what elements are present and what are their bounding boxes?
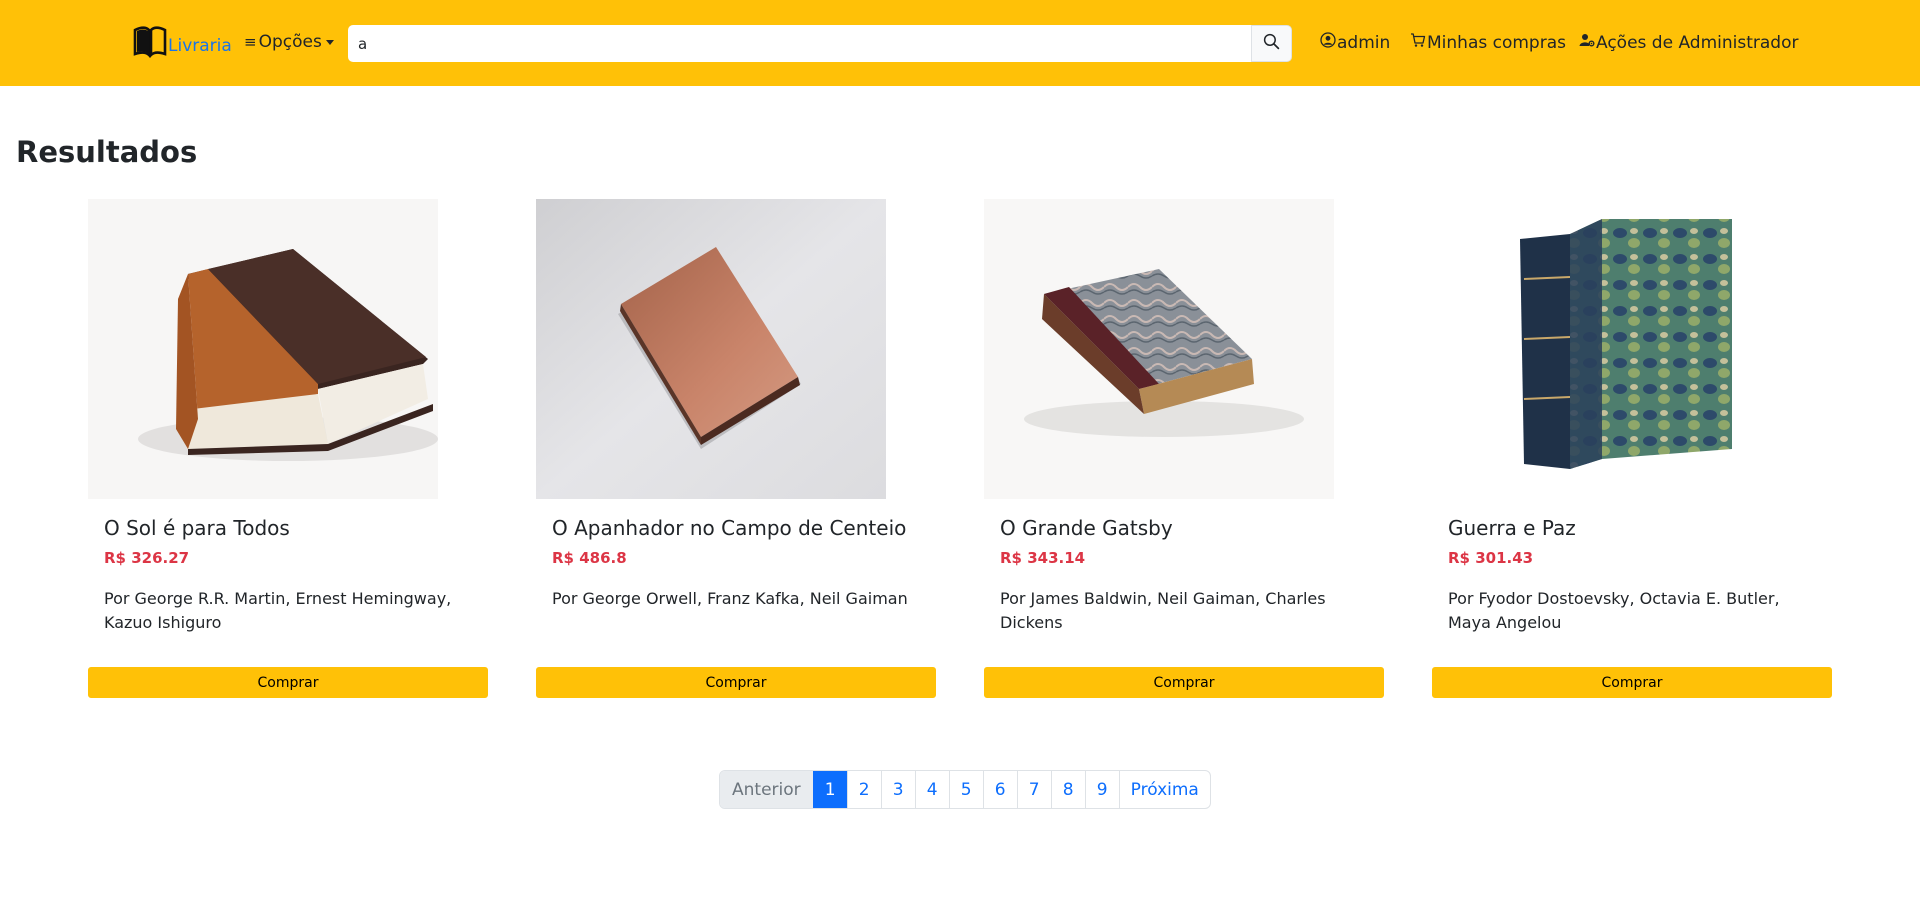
pagination: Anterior 1 2 3 4 5 6 7 8 9 Próxima [719, 770, 1211, 809]
results-heading: Resultados [16, 135, 198, 169]
book-authors: Por George Orwell, Franz Kafka, Neil Gai… [552, 589, 908, 608]
book-cover-image[interactable] [88, 199, 438, 499]
cart-icon [1410, 32, 1427, 53]
book-price: R$ 343.14 [1000, 549, 1086, 567]
top-navbar: Livraria ≡ Opções admin Minhas compras A… [0, 0, 1920, 86]
buy-button[interactable]: Comprar [1432, 667, 1832, 698]
page-link[interactable]: 6 [982, 771, 1017, 808]
brand-link[interactable]: Livraria [133, 26, 232, 58]
caret-down-icon [325, 39, 334, 45]
book-card: O Apanhador no Campo de Centeio R$ 486.8… [536, 199, 936, 699]
search-input[interactable] [348, 25, 1251, 62]
book-authors: Por George R.R. Martin, Ernest Hemingway… [104, 589, 452, 632]
page-link[interactable]: 5 [948, 771, 983, 808]
nav-user-admin[interactable]: admin [1320, 32, 1390, 53]
page-link[interactable]: 1 [812, 771, 847, 808]
user-circle-icon [1320, 32, 1337, 53]
book-card: O Sol é para Todos R$ 326.27 Por George … [88, 199, 488, 699]
nav-admin-actions-label: Ações de Administrador [1596, 32, 1799, 53]
options-label: Opções [258, 32, 322, 52]
book-cover-image[interactable] [984, 199, 1334, 499]
search-icon [1263, 33, 1280, 54]
book-title[interactable]: O Apanhador no Campo de Centeio [552, 516, 906, 540]
search-bar [348, 25, 1292, 62]
nav-purchases-label: Minhas compras [1427, 32, 1566, 53]
buy-button[interactable]: Comprar [88, 667, 488, 698]
page-link[interactable]: 4 [914, 771, 949, 808]
brand-name: Livraria [168, 36, 232, 56]
book-price: R$ 301.43 [1448, 549, 1534, 567]
book-title[interactable]: Guerra e Paz [1448, 516, 1576, 540]
options-dropdown[interactable]: ≡ Opções [244, 32, 334, 52]
page-link[interactable]: 2 [846, 771, 881, 808]
book-cover-image[interactable] [536, 199, 886, 499]
page-link[interactable]: 8 [1050, 771, 1085, 808]
buy-button[interactable]: Comprar [536, 667, 936, 698]
menu-icon: ≡ [244, 33, 257, 51]
book-icon [133, 26, 167, 58]
pagination-previous[interactable]: Anterior [720, 771, 813, 808]
search-button[interactable] [1251, 25, 1292, 62]
book-cover-image[interactable] [1432, 199, 1782, 499]
book-card: Guerra e Paz R$ 301.43 Por Fyodor Dostoe… [1432, 199, 1832, 699]
nav-my-purchases[interactable]: Minhas compras [1410, 32, 1566, 53]
nav-admin-actions[interactable]: Ações de Administrador [1579, 32, 1798, 53]
book-card: O Grande Gatsby R$ 343.14 Por James Bald… [984, 199, 1384, 699]
book-price: R$ 486.8 [552, 549, 627, 567]
page-link[interactable]: 9 [1084, 771, 1119, 808]
book-title[interactable]: O Sol é para Todos [104, 516, 290, 540]
page-link[interactable]: 7 [1016, 771, 1051, 808]
book-title[interactable]: O Grande Gatsby [1000, 516, 1173, 540]
page-link[interactable]: 3 [880, 771, 915, 808]
book-price: R$ 326.27 [104, 549, 190, 567]
book-authors: Por Fyodor Dostoevsky, Octavia E. Butler… [1448, 589, 1780, 632]
user-gear-icon [1579, 32, 1596, 53]
book-authors: Por James Baldwin, Neil Gaiman, Charles … [1000, 589, 1326, 632]
pagination-next[interactable]: Próxima [1118, 771, 1210, 808]
nav-user-label: admin [1337, 32, 1391, 53]
buy-button[interactable]: Comprar [984, 667, 1384, 698]
